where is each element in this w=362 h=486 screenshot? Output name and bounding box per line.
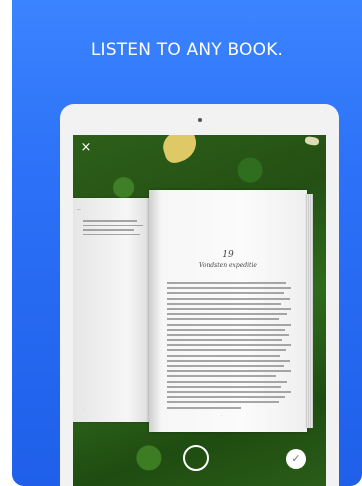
headline: LISTEN TO ANY BOOK. (90, 40, 284, 60)
leaf-decoration (159, 135, 201, 166)
chapter-number: 19 (222, 250, 234, 260)
promo-screen: LISTEN TO ANY BOOK. × — · 19 Vondsten ex… (12, 0, 362, 486)
left-page-header: — (77, 206, 81, 211)
tablet-frame: × — · 19 Vondsten expeditie · ✓ (60, 104, 339, 486)
right-page-text (167, 282, 291, 412)
open-book: — · 19 Vondsten expeditie · (73, 190, 326, 432)
book-right-page: 19 Vondsten expeditie · (149, 190, 307, 432)
shutter-button[interactable] (183, 445, 209, 471)
petal-decoration (304, 135, 320, 147)
chapter-title: Vondsten expeditie (199, 262, 257, 269)
camera-dot (198, 118, 202, 122)
book-left-page: — · (73, 198, 151, 422)
right-page-number: · (221, 413, 223, 418)
left-page-number: · (83, 407, 85, 412)
book-page-edges (305, 194, 313, 428)
camera-viewfinder: × — · 19 Vondsten expeditie · ✓ (73, 135, 326, 486)
confirm-check-icon[interactable]: ✓ (286, 449, 306, 469)
close-icon[interactable]: × (79, 141, 93, 155)
left-page-text (83, 220, 143, 238)
